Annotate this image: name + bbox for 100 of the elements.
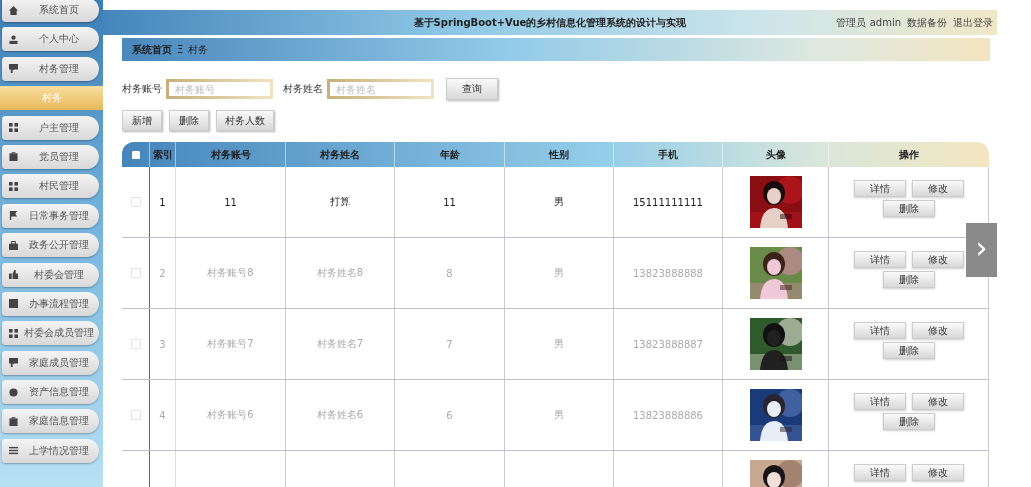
action-button[interactable]: 村务人数 — [216, 110, 274, 131]
select-all-checkbox[interactable] — [131, 150, 140, 159]
table-cell: 男 — [554, 195, 564, 209]
table-cell: 村务账号8 — [207, 266, 254, 280]
table-cell: 村务账号6 — [207, 408, 254, 422]
table-cell: 13823888887 — [633, 338, 703, 350]
table-cell: 11 — [443, 196, 456, 208]
grid-icon — [9, 181, 18, 191]
field-label: 村务账号 — [122, 82, 162, 96]
table-cell: 3 — [159, 338, 166, 350]
sidebar-item-label: 上学情况管理 — [28, 443, 90, 458]
sidebar-item[interactable]: 系统首页 — [2, 0, 99, 22]
square-icon — [9, 299, 18, 309]
table-cell: 男 — [554, 408, 564, 422]
row-action-button[interactable]: 删除 — [882, 413, 935, 430]
row-action-button[interactable]: 修改 — [911, 464, 964, 481]
sidebar-item-label: 日常事务管理 — [28, 208, 90, 223]
grid-icon — [9, 328, 18, 338]
table-cell: 打算 — [330, 195, 350, 209]
sidebar-item[interactable]: 办事流程管理 — [2, 291, 99, 316]
sidebar-item-label: 村务管理 — [38, 61, 80, 76]
sidebar-item[interactable]: 家庭信息管理 — [2, 409, 99, 434]
sidebar-item[interactable]: 家庭成员管理 — [2, 350, 99, 375]
flag-icon — [9, 211, 18, 221]
home-icon — [9, 5, 18, 15]
system-title: 基于SpringBoot+Vue的乡村信息化管理系统的设计与实现 — [413, 15, 687, 30]
row-action-button[interactable]: 删除 — [882, 200, 935, 217]
column-header: 操作 — [899, 147, 919, 162]
row-action-button[interactable]: 详情 — [853, 251, 906, 268]
sidebar-item-label: 村民管理 — [38, 179, 80, 194]
row-action-button[interactable]: 删除 — [882, 271, 935, 288]
table-cell: 村务姓名8 — [316, 266, 364, 280]
column-header: 索引 — [152, 147, 173, 162]
column-header: 村务账号 — [210, 147, 251, 162]
field-label: 村务姓名 — [283, 82, 323, 96]
sidebar-item[interactable]: 日常事务管理 — [2, 203, 99, 228]
row-checkbox[interactable] — [130, 268, 141, 278]
table-cell: 4 — [159, 409, 166, 421]
row-action-button[interactable]: 修改 — [911, 251, 964, 268]
table-cell: 11 — [224, 196, 237, 208]
breadcrumb-link[interactable]: 系统首页 — [132, 42, 172, 57]
column-header: 性别 — [549, 147, 569, 162]
table-cell: 男 — [554, 337, 564, 351]
sidebar-item-label: 系统首页 — [38, 3, 80, 17]
search-field[interactable]: 村务账号 — [166, 79, 273, 99]
user-icon — [9, 34, 18, 44]
clipboard-icon — [9, 416, 18, 426]
sidebar-item-label: 村委会成员管理 — [23, 326, 95, 341]
table-cell: 2 — [159, 267, 166, 279]
action-button[interactable]: 新增 — [122, 110, 162, 131]
sidebar-item-label: 办事流程管理 — [28, 296, 90, 311]
sidebar-item[interactable]: 上学情况管理 — [2, 438, 99, 463]
column-header: 头像 — [765, 147, 786, 162]
action-button[interactable]: 删除 — [169, 110, 209, 131]
sidebar-item-label: 资产信息管理 — [28, 385, 90, 400]
sidebar-item[interactable]: 村务管理 — [2, 56, 99, 81]
breadcrumb-link[interactable]: 村务 — [188, 42, 209, 57]
search-field[interactable]: 村务姓名 — [327, 79, 434, 99]
sidebar-item-label: 家庭信息管理 — [28, 414, 90, 429]
table-cell: 8 — [446, 267, 453, 279]
row-action-button[interactable]: 修改 — [911, 180, 964, 197]
header-link[interactable]: 退出登录 — [953, 15, 993, 30]
sidebar-item[interactable]: 资产信息管理 — [2, 380, 99, 405]
circle-icon — [9, 387, 18, 397]
row-action-button[interactable]: 详情 — [853, 464, 906, 481]
row-action-button[interactable]: 修改 — [911, 322, 964, 339]
table-cell: 1 — [159, 196, 166, 208]
sidebar-item-label: 政务公开管理 — [28, 238, 90, 253]
sidebar-item[interactable]: 户主管理 — [2, 115, 99, 140]
table-cell: 6 — [446, 409, 453, 421]
column-header: 手机 — [658, 147, 678, 162]
sidebar-item[interactable]: 政务公开管理 — [2, 233, 99, 258]
query-button[interactable]: 查询 — [446, 78, 498, 100]
sidebar-item[interactable]: 个人中心 — [2, 27, 99, 52]
user-label: 管理员 admin — [836, 15, 901, 30]
table-cell: 男 — [554, 266, 564, 280]
row-action-button[interactable]: 删除 — [882, 342, 935, 359]
breadcrumb-separator: Ξ — [177, 44, 184, 55]
sidebar-item-label: 户主管理 — [38, 120, 80, 135]
header-link[interactable]: 数据备份 — [907, 15, 947, 30]
sidebar-item[interactable]: 党员管理 — [2, 144, 99, 169]
table-cell: 村务姓名7 — [316, 337, 364, 351]
thumb-icon — [9, 270, 18, 279]
sidebar-item[interactable]: 村民管理 — [2, 174, 99, 199]
sidebar-item[interactable]: 村委会成员管理 — [2, 321, 99, 346]
table-cell: 13823888886 — [633, 409, 703, 421]
sidebar-item-label: 个人中心 — [38, 32, 80, 47]
row-checkbox[interactable] — [130, 339, 141, 349]
row-checkbox[interactable] — [130, 197, 141, 207]
row-action-button[interactable]: 详情 — [853, 322, 906, 339]
row-action-button[interactable]: 详情 — [853, 393, 906, 410]
row-checkbox[interactable] — [130, 410, 141, 420]
list-icon — [9, 446, 18, 456]
table-cell: 村务账号7 — [207, 337, 254, 351]
sidebar-item-label: 党员管理 — [38, 149, 80, 164]
table-cell: 7 — [446, 338, 453, 350]
row-action-button[interactable]: 详情 — [853, 180, 906, 197]
row-action-button[interactable]: 修改 — [911, 393, 964, 410]
sidebar-item[interactable]: 村委会管理 — [2, 262, 99, 287]
chat-icon — [9, 358, 18, 368]
